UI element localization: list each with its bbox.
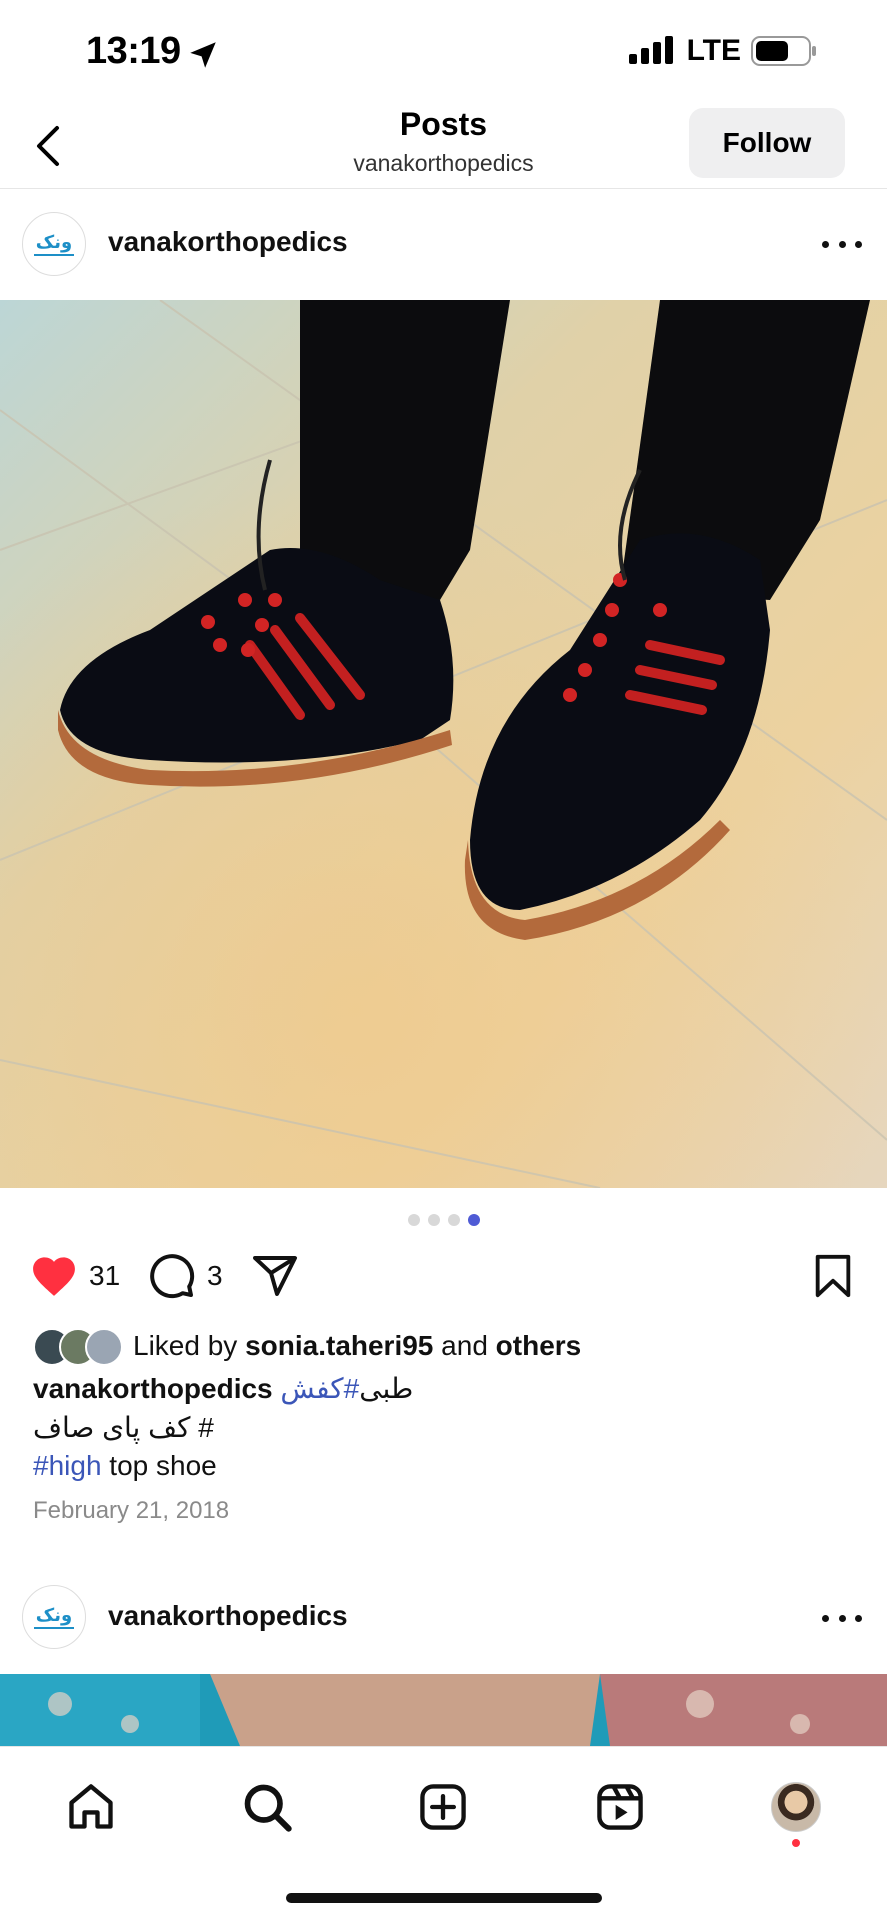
reels-icon <box>597 1784 643 1830</box>
post-avatar[interactable]: ونک <box>22 1585 86 1649</box>
share-icon[interactable] <box>250 1252 300 1300</box>
caption-username[interactable]: vanakorthopedics <box>33 1373 273 1404</box>
brand-logo: ونک <box>34 232 74 256</box>
caption-text: top shoe <box>101 1450 217 1481</box>
comment-icon[interactable] <box>148 1252 196 1300</box>
cellular-signal-icon <box>628 36 673 64</box>
post-username[interactable]: vanakorthopedics <box>108 226 348 258</box>
battery-icon <box>751 36 816 66</box>
location-arrow-icon <box>190 42 216 68</box>
svg-text:ونک: ونک <box>36 232 72 253</box>
home-indicator <box>286 1893 602 1903</box>
nav-reels[interactable] <box>590 1777 650 1837</box>
heart-filled-icon[interactable] <box>28 1252 80 1298</box>
search-icon <box>244 1784 292 1832</box>
post-image[interactable] <box>0 1674 887 1746</box>
brand-logo: ونک <box>34 1605 74 1629</box>
notification-dot <box>792 1839 800 1847</box>
liked-by-text[interactable]: Liked by sonia.taheri95 and others <box>133 1330 581 1362</box>
nav-profile[interactable] <box>766 1777 826 1837</box>
svg-text:ونک: ونک <box>36 1605 72 1626</box>
nav-home[interactable] <box>61 1777 121 1837</box>
caption-line: vanakorthopedics #کفش طبی <box>33 1372 421 1405</box>
create-icon <box>420 1784 466 1830</box>
post-username[interactable]: vanakorthopedics <box>108 1600 348 1632</box>
liked-by-user[interactable]: sonia.taheri95 <box>245 1330 433 1361</box>
liked-by-prefix: Liked by <box>133 1330 246 1361</box>
carousel-indicator <box>0 1214 887 1226</box>
carousel-dot <box>447 1214 460 1226</box>
more-options-icon[interactable] <box>822 238 862 250</box>
carousel-dot <box>407 1214 420 1226</box>
likes-count[interactable]: 31 <box>89 1260 120 1292</box>
more-options-icon[interactable] <box>822 1612 862 1624</box>
comments-count[interactable]: 3 <box>207 1260 223 1292</box>
liked-by-others[interactable]: others <box>496 1330 582 1361</box>
carpet-photo <box>0 1674 887 1746</box>
follow-button[interactable]: Follow <box>689 108 845 178</box>
caption-text: طبی <box>359 1373 422 1404</box>
liked-by-avatars[interactable] <box>33 1328 125 1366</box>
status-indicators: LTE <box>628 34 817 68</box>
avatar <box>85 1328 123 1366</box>
divider <box>0 188 887 189</box>
network-type: LTE <box>686 34 741 67</box>
nav-create[interactable] <box>413 1777 473 1837</box>
carousel-dot-active <box>467 1214 480 1226</box>
post-image[interactable] <box>0 300 887 1188</box>
post-avatar[interactable]: ونک <box>22 212 86 276</box>
liked-by-and: and <box>433 1330 496 1361</box>
caption-line: # کف پای صاف <box>33 1412 214 1443</box>
nav-search[interactable] <box>237 1777 297 1837</box>
home-icon <box>69 1784 113 1829</box>
bookmark-icon[interactable] <box>810 1252 856 1300</box>
post-date: February 21, 2018 <box>33 1497 230 1524</box>
shoes-photo <box>0 300 887 1188</box>
hashtag[interactable]: #کفش <box>280 1373 359 1404</box>
profile-avatar <box>771 1782 821 1832</box>
hashtag[interactable]: #high <box>33 1450 102 1481</box>
caption-line: #high top shoe <box>33 1450 217 1482</box>
carousel-dot <box>427 1214 440 1226</box>
status-time: 13:19 <box>86 30 181 72</box>
